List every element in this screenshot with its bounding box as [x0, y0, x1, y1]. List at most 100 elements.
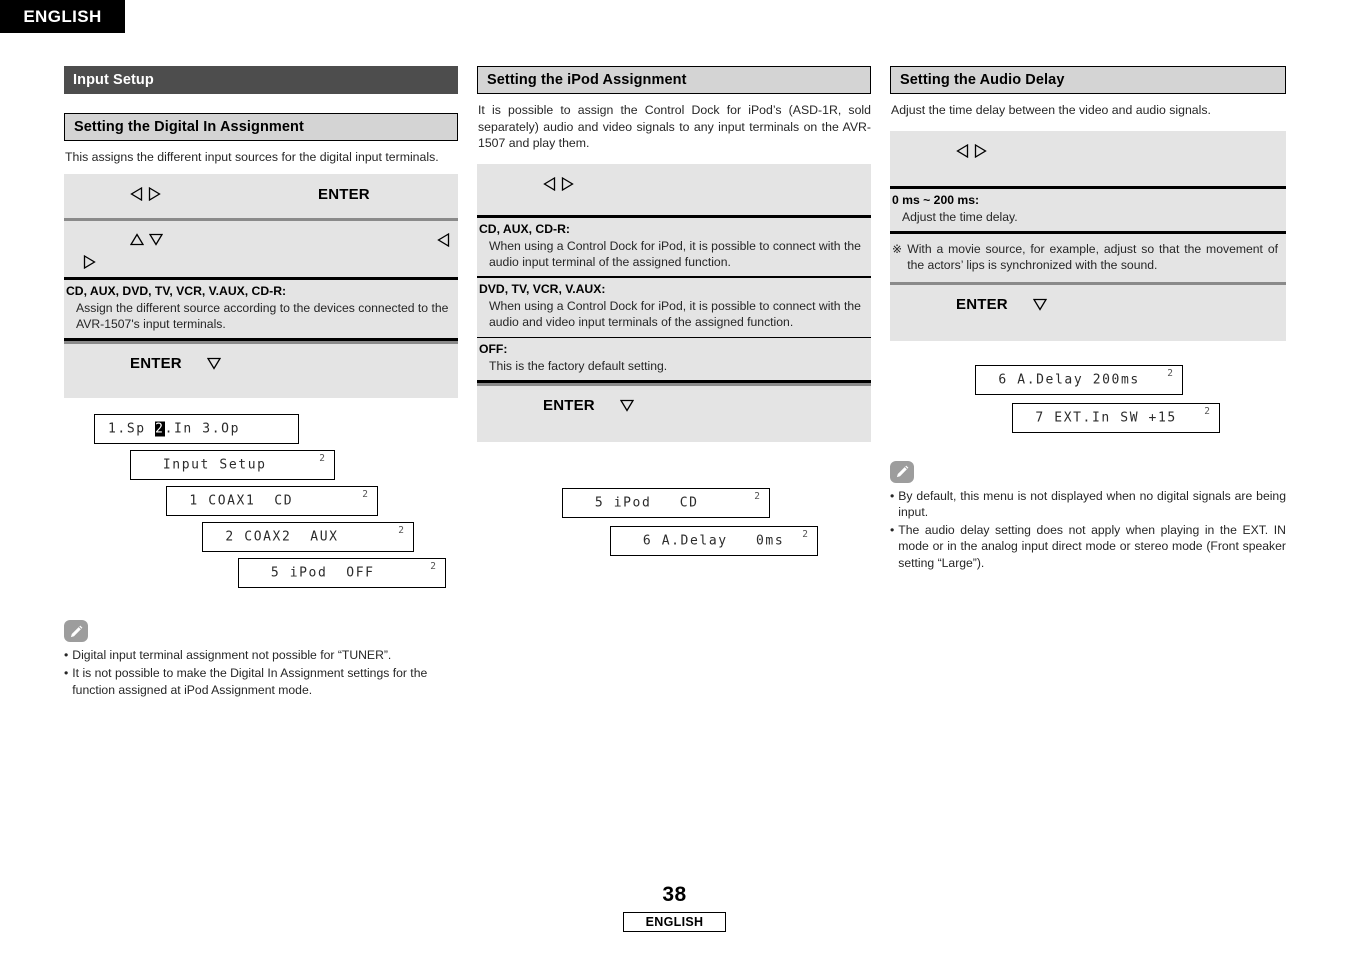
up-triangle-icon: [130, 233, 144, 246]
arrow-pair-left-right: [543, 176, 574, 191]
operation-panel-audio-delay: 0 ms ~ 200 ms: Adjust the time delay. ※ …: [890, 130, 1286, 341]
list-item: • The audio delay setting does not apply…: [890, 522, 1286, 572]
arrow-pair-up-down: [130, 233, 163, 247]
section-heading-digital-in-assignment: Setting the Digital In Assignment: [64, 113, 458, 142]
bullet-icon: •: [890, 488, 895, 503]
memo-item-text: The audio delay setting does not apply w…: [898, 522, 1286, 570]
definition-term: DVD, TV, VCR, V.AUX:: [479, 282, 606, 297]
lcd-corner-marker: 2: [430, 561, 436, 573]
lcd-text: Input Setup: [144, 457, 267, 473]
section-heading-ipod-assignment: Setting the iPod Assignment: [477, 66, 871, 95]
column-input-setup: Input Setup Setting the Digital In Assig…: [64, 66, 458, 699]
operation-panel-ipod: CD, AUX, CD-R: When using a Control Dock…: [477, 163, 871, 443]
definition-block-dvd-tv-vcr-vaux: DVD, TV, VCR, V.AUX: When using a Contro…: [477, 278, 871, 337]
arrow-pair-left-right: [130, 187, 161, 202]
lcd-display-stack-col1: 1.Sp 2.In 3.Op Input Setup 2 1 COAX1 CD …: [64, 414, 458, 589]
pencil-icon: [64, 620, 88, 643]
definition-term: OFF:: [479, 342, 508, 357]
definition-block-off: OFF: This is the factory default setting…: [477, 338, 871, 381]
memo-item-text: Digital input terminal assignment not po…: [72, 648, 392, 663]
lcd-text: 2 COAX2 AUX: [216, 529, 339, 545]
language-tab: ENGLISH: [0, 0, 125, 33]
operation-label-enter-1: ENTER: [318, 185, 370, 203]
operation-label-enter: ENTER: [543, 397, 595, 415]
left-triangle-icon: [956, 143, 969, 158]
page-number: 38: [662, 883, 687, 906]
star-marker-icon: ※: [892, 241, 903, 256]
lcd-text: 5 iPod OFF: [252, 565, 375, 581]
footer-language-badge: ENGLISH: [622, 912, 727, 932]
operation-panel-digital-in: ENTER CD, AUX, DVD, TV, VCR, V.AUX, CD-R…: [64, 173, 458, 399]
operation-row-enter: ENTER: [890, 285, 1286, 341]
column-audio-delay: Setting the Audio Delay Adjust the time …: [890, 66, 1286, 573]
left-triangle-icon: [130, 187, 143, 202]
memo-list: • By default, this menu is not displayed…: [890, 488, 1286, 572]
lcd-corner-marker: 2: [802, 529, 808, 541]
lcd-corner-marker: 2: [362, 489, 368, 501]
definition-block-cd-aux-cdr: CD, AUX, CD-R: When using a Control Dock…: [477, 217, 871, 277]
operation-row-2: [64, 221, 458, 277]
definition-description: This is the factory default setting.: [489, 359, 668, 374]
down-triangle-icon: [619, 399, 634, 413]
star-note: ※ With a movie source, for example, adju…: [890, 233, 1286, 282]
list-item: • It is not possible to make the Digital…: [64, 665, 458, 698]
bullet-icon: •: [64, 665, 69, 680]
intro-text-audio-delay: Adjust the time delay between the video …: [891, 103, 1211, 118]
definition-block-sources: CD, AUX, DVD, TV, VCR, V.AUX, CD-R: Assi…: [64, 279, 458, 339]
lcd-text: 1 COAX1 CD: [180, 493, 294, 509]
down-triangle-icon: [206, 357, 221, 371]
lcd-corner-marker: 2: [754, 491, 760, 503]
intro-text-ipod: It is possible to assign the Control Doc…: [478, 103, 871, 151]
left-triangle-icon: [543, 176, 556, 191]
down-triangle-icon: [1032, 298, 1047, 311]
lcd-display: 1.Sp 2.In 3.Op: [94, 414, 299, 445]
operation-row-1: [477, 164, 871, 215]
lcd-corner-marker: 2: [319, 453, 325, 465]
arrow-pair-left-right: [956, 143, 987, 158]
lcd-display: 5 iPod CD 2: [562, 488, 770, 519]
language-tab-label: ENGLISH: [23, 6, 102, 26]
definition-block-delay-range: 0 ms ~ 200 ms: Adjust the time delay.: [890, 188, 1286, 231]
right-triangle-icon: [561, 176, 574, 191]
lcd-text: 7 EXT.In SW +15: [1026, 410, 1177, 426]
definition-description: When using a Control Dock for iPod, it i…: [489, 298, 861, 330]
operation-row-1: ENTER: [64, 174, 458, 218]
memo-item-text: By default, this menu is not displayed w…: [898, 488, 1286, 520]
section-heading-label: Setting the Digital In Assignment: [74, 119, 304, 136]
lcd-display-stack-col3: 6 A.Delay 200ms 2 7 EXT.In SW +15 2: [890, 364, 1286, 433]
section-heading-label: Setting the Audio Delay: [900, 72, 1065, 88]
lcd-display-stack-col2: 5 iPod CD 2 6 A.Delay 0ms 2: [477, 488, 871, 557]
right-triangle-icon: [148, 187, 161, 202]
memo-block-col3: • By default, this menu is not displayed…: [890, 460, 1286, 572]
lcd-text: 5 iPod CD: [576, 495, 699, 511]
lcd-corner-marker: 2: [398, 525, 404, 537]
lcd-display: 2 COAX2 AUX 2: [202, 522, 414, 553]
list-item: • By default, this menu is not displayed…: [890, 488, 1286, 521]
definition-description: Adjust the time delay.: [902, 209, 1018, 224]
memo-block-col1: • Digital input terminal assignment not …: [64, 620, 458, 698]
right-triangle-icon: [83, 254, 96, 269]
operation-row-enter: ENTER: [477, 386, 871, 442]
lcd-display: 5 iPod OFF 2: [238, 558, 446, 589]
lcd-display: 6 A.Delay 200ms 2: [975, 364, 1183, 395]
lcd-text: 6 A.Delay 0ms: [624, 533, 785, 549]
lcd-corner-marker: 2: [1167, 367, 1173, 379]
right-triangle-icon: [974, 143, 987, 158]
lcd-text: 6 A.Delay 200ms: [989, 372, 1140, 388]
chapter-heading-input-setup: Input Setup: [64, 66, 458, 95]
page-footer: 38 ENGLISH: [0, 883, 1349, 932]
definition-description: Assign the different source according to…: [76, 300, 449, 332]
left-triangle-icon: [437, 232, 450, 247]
memo-list: • Digital input terminal assignment not …: [64, 647, 458, 698]
operation-row-enter: ENTER: [64, 344, 458, 398]
chapter-heading-label: Input Setup: [73, 72, 154, 88]
section-heading-audio-delay: Setting the Audio Delay: [890, 66, 1286, 95]
definition-description: When using a Control Dock for iPod, it i…: [489, 238, 861, 270]
definition-term: CD, AUX, DVD, TV, VCR, V.AUX, CD-R:: [66, 283, 287, 298]
lcd-display: Input Setup 2: [130, 450, 335, 481]
memo-item-text: It is not possible to make the Digital I…: [72, 665, 428, 697]
lcd-display: 7 EXT.In SW +15 2: [1012, 402, 1220, 433]
list-item: • Digital input terminal assignment not …: [64, 647, 458, 664]
definition-term: 0 ms ~ 200 ms:: [892, 192, 980, 207]
lcd-text: 1.Sp 2.In 3.Op: [108, 421, 240, 437]
